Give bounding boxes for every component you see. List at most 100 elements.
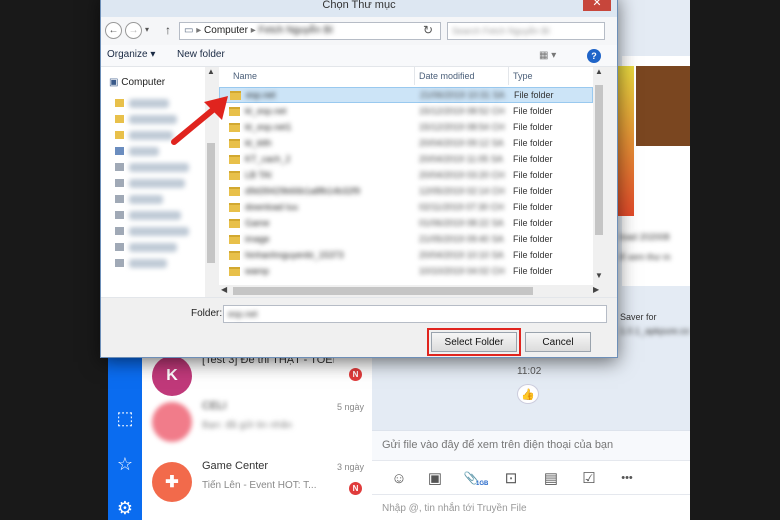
- folder-name: d9d39429b66b1a8fb14b32f9: [245, 186, 361, 196]
- folder-type: File folder: [513, 218, 553, 228]
- folder-input-value: esp.net: [228, 309, 258, 319]
- drive-icon: [115, 227, 124, 235]
- message-input[interactable]: Nhập @, tin nhắn tới Truyền File: [372, 494, 690, 520]
- tree-computer[interactable]: ▣ Computer: [109, 77, 165, 88]
- folder-row[interactable]: kt_ktth 20/04/2019 09:12 SA File folder: [219, 136, 593, 152]
- scroll-thumb[interactable]: [595, 85, 603, 235]
- folder-label: Folder:: [191, 308, 223, 319]
- file-list-scrollbar[interactable]: ▲ ▼: [593, 67, 605, 285]
- folder-row[interactable]: hinhanhnguyenbi_15373 20/04/2019 10:10 S…: [219, 248, 593, 264]
- conversation-title: Game Center: [202, 460, 269, 472]
- shared-photo[interactable]: [636, 66, 690, 146]
- view-options-icon[interactable]: ▦ ▾: [539, 50, 556, 61]
- scroll-left-icon[interactable]: ◀: [221, 285, 227, 294]
- back-arrow-icon[interactable]: ←: [105, 22, 122, 39]
- folder-icon: [229, 251, 240, 260]
- scroll-thumb[interactable]: [207, 143, 215, 263]
- drive-icon: [115, 163, 124, 171]
- folder-name: image: [245, 234, 270, 244]
- folder-type: File folder: [513, 202, 553, 212]
- scroll-up-icon[interactable]: ▲: [593, 67, 605, 76]
- folder-icon: [229, 203, 240, 212]
- conversation-item[interactable]: CELI 5 ngày Bạn: đã gửi tin nhắn: [142, 394, 372, 450]
- tree-item[interactable]: [129, 163, 189, 172]
- path-separator: ▸: [196, 25, 202, 36]
- folder-row[interactable]: LB TAI 20/04/2019 03:20 CH File folder: [219, 168, 593, 184]
- path-separator: ▸: [250, 25, 256, 36]
- column-type[interactable]: Type: [511, 67, 591, 85]
- folder-type: File folder: [513, 106, 553, 116]
- screenshot-icon[interactable]: ⊡: [500, 468, 522, 488]
- tree-item[interactable]: [129, 227, 189, 236]
- path-root[interactable]: Computer: [204, 25, 248, 36]
- address-box[interactable]: ▭ ▸ Computer ▸ Fetch Nguyễn Bí: [179, 22, 441, 40]
- tree-item[interactable]: [129, 211, 181, 220]
- scroll-up-icon[interactable]: ▲: [205, 67, 217, 76]
- folder-icon: [229, 155, 240, 164]
- scroll-down-icon[interactable]: ▼: [593, 271, 605, 280]
- avatar: [152, 402, 192, 442]
- sticker-icon[interactable]: ☺: [388, 468, 410, 488]
- recent-dropdown-icon[interactable]: ▾: [145, 25, 149, 34]
- more-icon[interactable]: •••: [616, 468, 638, 488]
- folder-icon: [229, 187, 240, 196]
- folder-row[interactable]: kt_esp.net1 15/12/2019 08:54 CH File fol…: [219, 120, 593, 136]
- folder-row[interactable]: wamp 10/10/2019 04:02 CH File folder: [219, 264, 593, 280]
- help-icon[interactable]: ?: [587, 49, 601, 63]
- organize-menu[interactable]: Organize ▾: [107, 49, 155, 60]
- folder-date: 20/04/2019 03:20 CH: [419, 170, 505, 180]
- folder-name: KT_cach_2: [245, 154, 291, 164]
- search-input[interactable]: Search Fetch Nguyễn Bí: [447, 22, 605, 40]
- contact-card-icon[interactable]: ▤: [540, 468, 562, 488]
- select-folder-dialog: Chọn Thư mục ✕ ← → ▾ ↑ ▭ ▸ Computer ▸ Fe…: [100, 0, 618, 358]
- cancel-button[interactable]: Cancel: [525, 332, 591, 352]
- folder-name: Game: [245, 218, 270, 228]
- conversation-item[interactable]: ✚ Game Center 3 ngày Tiến Lên - Event HO…: [142, 454, 372, 510]
- folder-name-input[interactable]: esp.net: [223, 305, 607, 323]
- tree-item[interactable]: [129, 131, 173, 140]
- path-child[interactable]: Fetch Nguyễn Bí: [259, 25, 333, 36]
- folder-row[interactable]: kt_esp.net 15/12/2019 08:52 CH File fold…: [219, 104, 593, 120]
- image-icon[interactable]: ▣: [424, 468, 446, 488]
- scroll-thumb[interactable]: [233, 287, 533, 295]
- tree-item[interactable]: [129, 147, 159, 156]
- tree-item[interactable]: [129, 259, 167, 268]
- up-arrow-icon[interactable]: ↑: [165, 23, 171, 37]
- like-icon[interactable]: 👍: [517, 384, 539, 404]
- drive-icon: [115, 99, 124, 107]
- game-center-avatar: ✚: [152, 462, 192, 502]
- composer-toolbar: ☺ ▣ 📎 1GB ⊡ ▤ ☑ •••: [372, 460, 690, 494]
- tree-item[interactable]: [129, 195, 163, 204]
- refresh-icon[interactable]: ↻: [423, 23, 433, 37]
- new-folder-button[interactable]: New folder: [177, 49, 225, 60]
- address-bar-row: ← → ▾ ↑ ▭ ▸ Computer ▸ Fetch Nguyễn Bí ↻…: [101, 17, 617, 45]
- gear-icon[interactable]: ⚙: [108, 494, 142, 520]
- todo-icon[interactable]: ☑: [578, 468, 600, 488]
- column-name[interactable]: Name: [227, 67, 415, 85]
- folder-row[interactable]: Game 01/06/2019 08:22 SA File folder: [219, 216, 593, 232]
- shared-photo[interactable]: [618, 66, 634, 216]
- scroll-right-icon[interactable]: ▶: [593, 285, 599, 294]
- tree-item[interactable]: [129, 99, 169, 108]
- folder-row[interactable]: image 21/05/2019 09:40 SA File folder: [219, 232, 593, 248]
- star-icon[interactable]: ☆: [108, 450, 142, 478]
- folder-date: 21/06/2019 10:31 SA: [420, 90, 505, 100]
- screen-capture-icon[interactable]: ⬚: [108, 404, 142, 432]
- column-date-modified[interactable]: Date modified: [417, 67, 509, 85]
- horizontal-scrollbar[interactable]: ◀ ▶: [219, 285, 605, 297]
- folder-row[interactable]: d9d39429b66b1a8fb14b32f9 12/05/2019 02:1…: [219, 184, 593, 200]
- folder-row[interactable]: KT_cach_2 20/04/2019 11:05 SA File folde…: [219, 152, 593, 168]
- close-icon[interactable]: ✕: [583, 0, 611, 11]
- screenshot-stage: ⬚ ☆ ⚙ K [Test 3] Đề thi THẬT - TOEI... N…: [0, 0, 780, 520]
- forward-arrow-icon[interactable]: →: [125, 22, 142, 39]
- folder-icon: [229, 235, 240, 244]
- select-folder-button[interactable]: Select Folder: [431, 332, 517, 352]
- command-bar: Organize ▾ New folder ▦ ▾ ?: [101, 45, 617, 67]
- folder-name: LB TAI: [245, 170, 272, 180]
- folder-type: File folder: [513, 234, 553, 244]
- drive-icon: [115, 195, 124, 203]
- folder-row-selected[interactable]: esp.net 21/06/2019 10:31 SA File folder: [219, 87, 593, 103]
- tree-item[interactable]: [129, 243, 177, 252]
- tree-item[interactable]: [129, 179, 185, 188]
- folder-row[interactable]: download luu 02/11/2019 07:30 CH File fo…: [219, 200, 593, 216]
